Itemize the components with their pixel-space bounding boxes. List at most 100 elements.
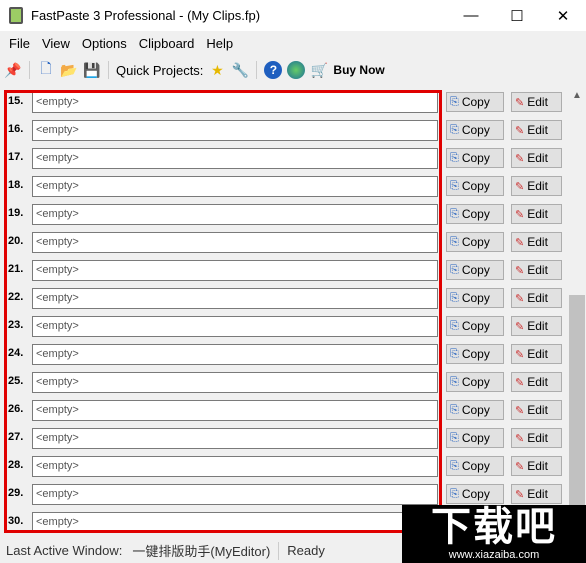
clip-row: 21. <empty> ⎘ Copy ✎ Edit xyxy=(0,255,568,283)
copy-button[interactable]: ⎘Copy xyxy=(446,344,504,364)
clip-input[interactable]: <empty> xyxy=(32,120,438,141)
separator xyxy=(108,61,109,79)
scroll-up-icon[interactable]: ▲ xyxy=(572,90,582,101)
edit-button[interactable]: ✎Edit xyxy=(511,204,562,224)
copy-button[interactable]: ⎘Copy xyxy=(446,232,504,252)
menu-clipboard[interactable]: Clipboard xyxy=(133,36,201,51)
edit-button[interactable]: ✎Edit xyxy=(511,120,562,140)
copy-button[interactable]: ⎘Copy xyxy=(446,456,504,476)
edit-button[interactable]: ✎Edit xyxy=(511,148,562,168)
copy-button[interactable]: ⎘Copy xyxy=(446,428,504,448)
copy-button[interactable]: ⎘Copy xyxy=(446,400,504,420)
open-folder-icon[interactable]: 📂 xyxy=(60,61,78,79)
edit-label: Edit xyxy=(527,347,548,361)
close-button[interactable]: ✕ xyxy=(540,0,586,31)
copy-icon: ⎘ xyxy=(450,403,459,416)
clip-input[interactable]: <empty> xyxy=(32,400,438,421)
edit-button[interactable]: ✎Edit xyxy=(511,400,562,420)
edit-button[interactable]: ✎Edit xyxy=(511,456,562,476)
edit-button[interactable]: ✎Edit xyxy=(511,428,562,448)
copy-button[interactable]: ⎘Copy xyxy=(446,484,504,504)
copy-button[interactable]: ⎘Copy xyxy=(446,176,504,196)
pencil-icon: ✎ xyxy=(515,208,525,221)
clip-input[interactable]: <empty> xyxy=(32,344,438,365)
clip-input[interactable]: <empty> xyxy=(32,428,438,449)
clip-row: 17. <empty> ⎘ Copy ✎ Edit xyxy=(0,143,568,171)
edit-button[interactable]: ✎Edit xyxy=(511,260,562,280)
separator xyxy=(278,541,280,560)
globe-icon[interactable] xyxy=(287,61,306,79)
copy-icon: ⎘ xyxy=(450,123,459,136)
pencil-icon: ✎ xyxy=(515,460,525,473)
pencil-icon: ✎ xyxy=(515,320,525,333)
clip-input[interactable]: <empty> xyxy=(32,148,438,169)
edit-label: Edit xyxy=(527,207,548,221)
copy-icon: ⎘ xyxy=(450,347,459,360)
clip-input[interactable]: <empty> xyxy=(32,176,438,197)
clip-input[interactable]: <empty> xyxy=(32,372,438,393)
clip-input[interactable]: <empty> xyxy=(32,456,438,477)
copy-label: Copy xyxy=(461,235,490,249)
clip-input[interactable]: <empty> xyxy=(32,204,438,225)
menu-view[interactable]: View xyxy=(36,36,76,51)
clip-number: 23. xyxy=(8,319,24,331)
copy-button[interactable]: ⎘Copy xyxy=(446,148,504,168)
clip-row: 22. <empty> ⎘ Copy ✎ Edit xyxy=(0,283,568,311)
pencil-icon: ✎ xyxy=(515,96,525,109)
copy-label: Copy xyxy=(461,347,490,361)
clip-input[interactable]: <empty> xyxy=(32,260,438,281)
copy-label: Copy xyxy=(461,431,490,445)
edit-button[interactable]: ✎Edit xyxy=(511,232,562,252)
maximize-button[interactable]: ☐ xyxy=(494,0,540,31)
buy-now-button[interactable]: Buy Now xyxy=(333,63,384,77)
scrollbar-thumb[interactable] xyxy=(569,295,585,510)
clip-row: 26. <empty> ⎘ Copy ✎ Edit xyxy=(0,395,568,423)
star-icon[interactable]: ★ xyxy=(208,61,226,79)
menu-help[interactable]: Help xyxy=(200,36,239,51)
copy-label: Copy xyxy=(461,151,490,165)
copy-icon: ⎘ xyxy=(450,151,459,164)
copy-button[interactable]: ⎘Copy xyxy=(446,120,504,140)
edit-button[interactable]: ✎Edit xyxy=(511,344,562,364)
new-file-icon[interactable]: 🗋 xyxy=(37,60,55,79)
pencil-icon: ✎ xyxy=(515,376,525,389)
copy-icon: ⎘ xyxy=(450,459,459,472)
minimize-button[interactable]: — xyxy=(448,0,494,31)
copy-label: Copy xyxy=(461,123,490,137)
clip-row: 18. <empty> ⎘ Copy ✎ Edit xyxy=(0,171,568,199)
clip-input[interactable]: <empty> xyxy=(32,484,438,505)
help-icon[interactable]: ? xyxy=(264,61,283,79)
save-icon[interactable]: 💾 xyxy=(83,61,101,79)
copy-label: Copy xyxy=(461,263,490,277)
menu-file[interactable]: File xyxy=(3,36,36,51)
clip-row: 20. <empty> ⎘ Copy ✎ Edit xyxy=(0,227,568,255)
copy-button[interactable]: ⎘Copy xyxy=(446,372,504,392)
clip-input[interactable]: <empty> xyxy=(32,92,438,113)
copy-label: Copy xyxy=(461,291,490,305)
edit-button[interactable]: ✎Edit xyxy=(511,288,562,308)
pin-icon[interactable]: 📌 xyxy=(4,61,22,79)
title-bar: FastPaste 3 Professional - (My Clips.fp)… xyxy=(0,0,586,31)
separator xyxy=(29,61,30,79)
copy-button[interactable]: ⎘Copy xyxy=(446,316,504,336)
clip-input[interactable]: <empty> xyxy=(32,512,438,533)
copy-button[interactable]: ⎘Copy xyxy=(446,92,504,112)
buy-icon[interactable]: 🛒 xyxy=(310,61,328,79)
clip-input[interactable]: <empty> xyxy=(32,232,438,253)
edit-button[interactable]: ✎Edit xyxy=(511,484,562,504)
clip-input[interactable]: <empty> xyxy=(32,288,438,309)
clip-row: 16. <empty> ⎘ Copy ✎ Edit xyxy=(0,115,568,143)
edit-button[interactable]: ✎Edit xyxy=(511,176,562,196)
copy-button[interactable]: ⎘Copy xyxy=(446,288,504,308)
copy-button[interactable]: ⎘Copy xyxy=(446,260,504,280)
edit-button[interactable]: ✎Edit xyxy=(511,316,562,336)
copy-button[interactable]: ⎘Copy xyxy=(446,204,504,224)
menu-options[interactable]: Options xyxy=(76,36,133,51)
wrench-icon[interactable]: 🔧 xyxy=(231,61,249,79)
edit-button[interactable]: ✎Edit xyxy=(511,372,562,392)
edit-button[interactable]: ✎Edit xyxy=(511,92,562,112)
copy-icon: ⎘ xyxy=(450,431,459,444)
clip-input[interactable]: <empty> xyxy=(32,316,438,337)
clip-number: 27. xyxy=(8,431,24,443)
copy-label: Copy xyxy=(461,179,490,193)
